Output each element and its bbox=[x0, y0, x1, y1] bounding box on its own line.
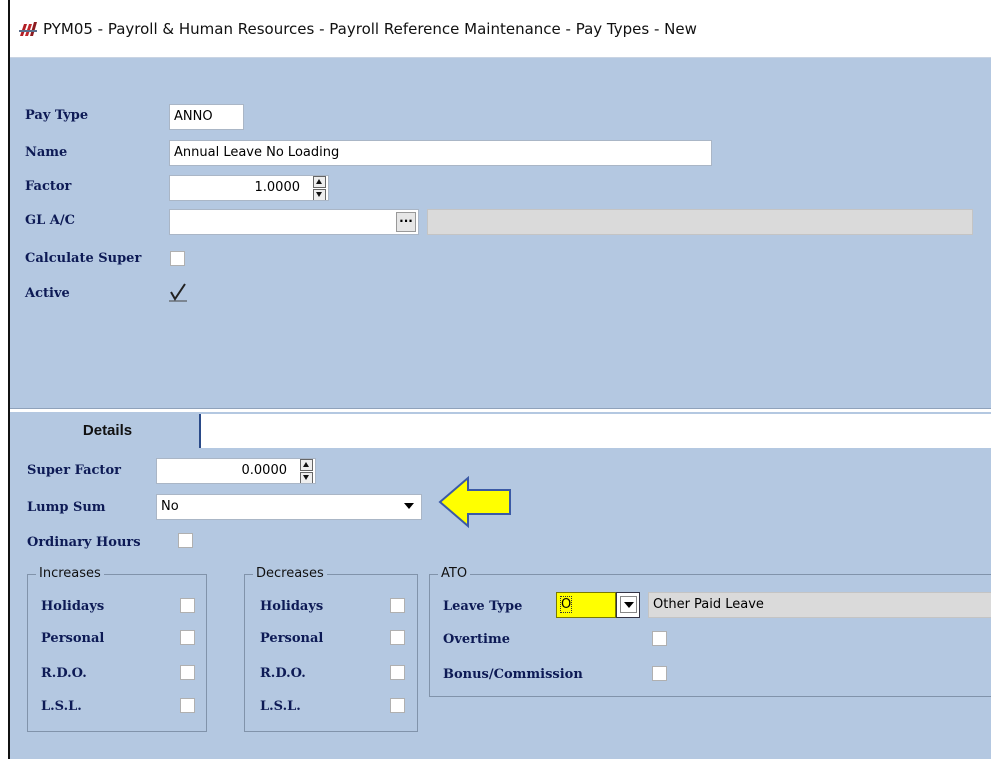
bonus-commission-label: Bonus/Commission bbox=[443, 667, 583, 682]
decreases-personal-checkbox[interactable] bbox=[390, 630, 405, 645]
leave-type-code-value: O bbox=[559, 596, 573, 613]
decreases-personal-label: Personal bbox=[260, 631, 324, 646]
factor-spinner[interactable] bbox=[313, 176, 326, 200]
decreases-rdo-checkbox[interactable] bbox=[390, 665, 405, 680]
increases-group-title: Increases bbox=[36, 566, 104, 581]
overtime-checkbox[interactable] bbox=[652, 631, 667, 646]
spin-up-icon[interactable] bbox=[300, 459, 313, 471]
tab-strip: Details bbox=[16, 414, 991, 448]
app-logo-icon bbox=[19, 22, 37, 36]
decreases-holidays-checkbox[interactable] bbox=[390, 598, 405, 613]
ato-group: ATO Leave Type O Other Paid Leave Overti… bbox=[429, 566, 991, 697]
gl-account-label: GL A/C bbox=[25, 213, 75, 228]
pay-type-label: Pay Type bbox=[25, 108, 89, 123]
leave-type-code-field[interactable]: O bbox=[556, 592, 616, 618]
lump-sum-dropdown[interactable]: No bbox=[156, 494, 422, 520]
factor-field[interactable]: 1.0000 bbox=[169, 175, 329, 201]
title-bar: PYM05 - Payroll & Human Resources - Payr… bbox=[10, 0, 991, 58]
leave-type-dropdown-button[interactable] bbox=[616, 592, 640, 618]
ordinary-hours-label: Ordinary Hours bbox=[27, 535, 141, 550]
chevron-down-icon bbox=[620, 596, 637, 613]
decreases-group-title: Decreases bbox=[253, 566, 327, 581]
leave-type-label: Leave Type bbox=[443, 599, 523, 614]
spin-down-icon[interactable] bbox=[300, 472, 313, 483]
super-factor-value: 0.0000 bbox=[241, 463, 288, 478]
pay-type-field[interactable]: ANNO bbox=[169, 104, 244, 130]
increases-lsl-checkbox[interactable] bbox=[180, 698, 195, 713]
name-field[interactable]: Annual Leave No Loading bbox=[169, 140, 712, 166]
super-factor-field[interactable]: 0.0000 bbox=[156, 458, 316, 484]
decreases-lsl-label: L.S.L. bbox=[260, 699, 301, 714]
ato-group-title: ATO bbox=[438, 566, 471, 581]
increases-holidays-label: Holidays bbox=[41, 599, 105, 614]
decreases-holidays-label: Holidays bbox=[260, 599, 324, 614]
tab-details[interactable]: Details bbox=[16, 414, 201, 448]
decreases-rdo-label: R.D.O. bbox=[260, 666, 306, 681]
leave-type-description: Other Paid Leave bbox=[648, 592, 991, 618]
callout-arrow-icon bbox=[438, 476, 511, 528]
chevron-down-icon[interactable] bbox=[401, 498, 418, 515]
decreases-group: Decreases Holidays Personal R.D.O. L.S.L… bbox=[244, 566, 418, 732]
increases-lsl-label: L.S.L. bbox=[41, 699, 82, 714]
lump-sum-label: Lump Sum bbox=[27, 500, 106, 515]
increases-personal-checkbox[interactable] bbox=[180, 630, 195, 645]
spin-down-icon[interactable] bbox=[313, 189, 326, 200]
decreases-lsl-checkbox[interactable] bbox=[390, 698, 405, 713]
active-label: Active bbox=[25, 286, 70, 301]
name-label: Name bbox=[25, 145, 68, 160]
gl-account-description bbox=[427, 209, 973, 235]
factor-label: Factor bbox=[25, 179, 72, 194]
calculate-super-label: Calculate Super bbox=[25, 251, 142, 266]
increases-rdo-label: R.D.O. bbox=[41, 666, 87, 681]
section-divider bbox=[10, 408, 991, 412]
increases-holidays-checkbox[interactable] bbox=[180, 598, 195, 613]
overtime-label: Overtime bbox=[443, 632, 510, 647]
lump-sum-value: No bbox=[161, 499, 179, 514]
ordinary-hours-checkbox[interactable] bbox=[178, 533, 193, 548]
super-factor-label: Super Factor bbox=[27, 463, 121, 478]
gl-account-field[interactable]: ... bbox=[169, 209, 419, 235]
spin-up-icon[interactable] bbox=[313, 176, 326, 188]
bonus-commission-checkbox[interactable] bbox=[652, 666, 667, 681]
app-window: PYM05 - Payroll & Human Resources - Payr… bbox=[8, 0, 991, 759]
window-title: PYM05 - Payroll & Human Resources - Payr… bbox=[43, 20, 697, 38]
factor-value: 1.0000 bbox=[254, 180, 301, 195]
gl-lookup-button[interactable]: ... bbox=[396, 212, 416, 232]
header-form: Pay Type ANNO Name Annual Leave No Loadi… bbox=[10, 58, 991, 408]
checkmark-icon bbox=[169, 283, 187, 302]
super-factor-spinner[interactable] bbox=[300, 459, 313, 483]
active-checkbox[interactable] bbox=[168, 282, 188, 302]
increases-group: Increases Holidays Personal R.D.O. L.S.L… bbox=[27, 566, 207, 732]
calculate-super-checkbox[interactable] bbox=[170, 251, 185, 266]
increases-rdo-checkbox[interactable] bbox=[180, 665, 195, 680]
increases-personal-label: Personal bbox=[41, 631, 105, 646]
